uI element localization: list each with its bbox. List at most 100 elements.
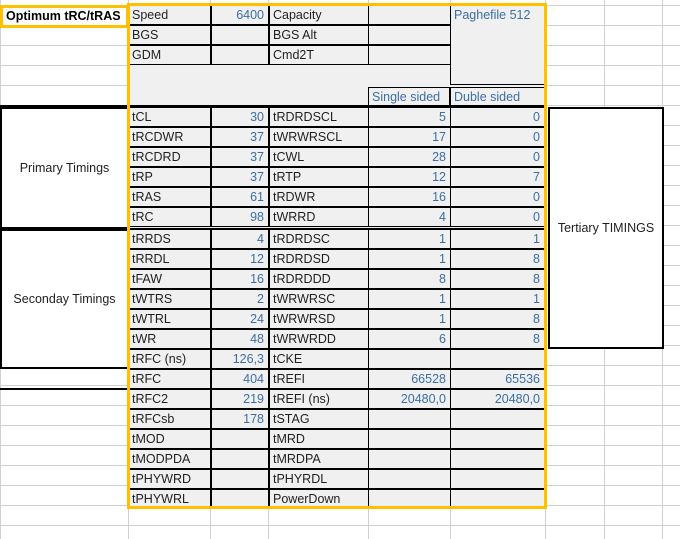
secondary-row-3-value[interactable]: 2 [211, 289, 269, 309]
secondary-row-4-label2[interactable]: tWRWRSD [269, 309, 369, 329]
primary-row-5-double[interactable]: 0 [450, 207, 545, 227]
secondary-row-4-label[interactable]: tWTRL [128, 309, 211, 329]
secondary-row-7-label[interactable]: tRFC [128, 369, 211, 389]
tertiary-row-4-label2[interactable]: tPHYRDL [269, 469, 369, 489]
secondary-row-2-label[interactable]: tFAW [128, 269, 211, 289]
secondary-row-1-label2[interactable]: tRDRDSD [269, 249, 369, 269]
secondary-row-5-value[interactable]: 48 [211, 329, 269, 349]
secondary-row-1-value[interactable]: 12 [211, 249, 269, 269]
tertiary-row-4-label[interactable]: tPHYWRD [128, 469, 211, 489]
secondary-row-5-label2[interactable]: tWRWRDD [269, 329, 369, 349]
tertiary-row-2-label2[interactable]: tMRD [269, 429, 369, 449]
primary-row-2-single[interactable]: 28 [368, 147, 451, 167]
tertiary-row-3-double[interactable] [450, 449, 545, 469]
primary-row-4-double[interactable]: 0 [450, 187, 545, 207]
secondary-row-3-label[interactable]: tWTRS [128, 289, 211, 309]
secondary-row-5-double[interactable]: 8 [450, 329, 545, 349]
primary-row-0-single[interactable]: 5 [368, 107, 451, 127]
top-row-label2-0[interactable]: Capacity [269, 5, 369, 25]
tertiary-row-2-double[interactable] [450, 429, 545, 449]
tertiary-row-5-single[interactable] [368, 489, 451, 509]
primary-row-0-value[interactable]: 30 [211, 107, 269, 127]
secondary-row-0-double[interactable]: 1 [450, 229, 545, 249]
tertiary-row-3-single[interactable] [368, 449, 451, 469]
secondary-row-1-double[interactable]: 8 [450, 249, 545, 269]
secondary-row-7-value[interactable]: 404 [211, 369, 269, 389]
tertiary-row-1-label[interactable]: tRFCsb [128, 409, 211, 429]
secondary-row-2-value[interactable]: 16 [211, 269, 269, 289]
tertiary-row-1-value[interactable]: 178 [211, 409, 269, 429]
tertiary-row-0-value[interactable]: 219 [211, 389, 269, 409]
secondary-row-0-value[interactable]: 4 [211, 229, 269, 249]
tertiary-row-5-label2[interactable]: PowerDown [269, 489, 369, 509]
secondary-row-2-label2[interactable]: tRDRDDD [269, 269, 369, 289]
primary-row-5-value[interactable]: 98 [211, 207, 269, 227]
tertiary-row-0-label[interactable]: tRFC2 [128, 389, 211, 409]
tertiary-row-1-double[interactable] [450, 409, 545, 429]
tertiary-row-3-label2[interactable]: tMRDPA [269, 449, 369, 469]
primary-row-1-value[interactable]: 37 [211, 127, 269, 147]
secondary-row-6-value[interactable]: 126,3 [211, 349, 269, 369]
tertiary-row-5-double[interactable] [450, 489, 545, 509]
secondary-row-5-single[interactable]: 6 [368, 329, 451, 349]
primary-row-4-value[interactable]: 61 [211, 187, 269, 207]
primary-row-1-label2[interactable]: tWRWRSCL [269, 127, 369, 147]
primary-row-4-single[interactable]: 16 [368, 187, 451, 207]
top-row-value2-2[interactable] [368, 45, 451, 65]
primary-row-2-label[interactable]: tRCDRD [128, 147, 211, 167]
secondary-row-6-single[interactable] [368, 349, 451, 369]
primary-row-2-value[interactable]: 37 [211, 147, 269, 167]
primary-row-4-label2[interactable]: tRDWR [269, 187, 369, 207]
secondary-row-3-label2[interactable]: tWRWRSC [269, 289, 369, 309]
top-row-value-0[interactable]: 6400 [211, 5, 269, 25]
tertiary-row-1-single[interactable] [368, 409, 451, 429]
primary-row-2-double[interactable]: 0 [450, 147, 545, 167]
top-row-label-2[interactable]: GDM [128, 45, 211, 65]
secondary-row-7-double[interactable]: 65536 [450, 369, 545, 389]
primary-row-2-label2[interactable]: tCWL [269, 147, 369, 167]
top-row-label2-2[interactable]: Cmd2T [269, 45, 369, 65]
primary-row-3-value[interactable]: 37 [211, 167, 269, 187]
top-row-label2-1[interactable]: BGS Alt [269, 25, 369, 45]
secondary-row-7-single[interactable]: 66528 [368, 369, 451, 389]
primary-row-4-label[interactable]: tRAS [128, 187, 211, 207]
tertiary-row-2-label[interactable]: tMOD [128, 429, 211, 449]
tertiary-row-4-single[interactable] [368, 469, 451, 489]
tertiary-row-2-value[interactable] [211, 429, 269, 449]
primary-row-1-single[interactable]: 17 [368, 127, 451, 147]
primary-row-3-label2[interactable]: tRTP [269, 167, 369, 187]
tertiary-row-5-value[interactable] [211, 489, 269, 509]
secondary-row-0-label[interactable]: tRRDS [128, 229, 211, 249]
tertiary-row-0-single[interactable]: 20480,0 [368, 389, 451, 409]
secondary-row-3-single[interactable]: 1 [368, 289, 451, 309]
primary-row-0-double[interactable]: 0 [450, 107, 545, 127]
secondary-row-1-label[interactable]: tRRDL [128, 249, 211, 269]
secondary-row-6-label2[interactable]: tCKE [269, 349, 369, 369]
primary-row-1-label[interactable]: tRCDWR [128, 127, 211, 147]
top-row-value-2[interactable] [211, 45, 269, 65]
secondary-row-2-double[interactable]: 8 [450, 269, 545, 289]
top-row-label-0[interactable]: Speed [128, 5, 211, 25]
tertiary-row-3-value[interactable] [211, 449, 269, 469]
primary-row-5-label2[interactable]: tWRRD [269, 207, 369, 227]
primary-row-5-label[interactable]: tRC [128, 207, 211, 227]
tertiary-row-0-label2[interactable]: tREFI (ns) [269, 389, 369, 409]
secondary-row-1-single[interactable]: 1 [368, 249, 451, 269]
primary-row-1-double[interactable]: 0 [450, 127, 545, 147]
primary-row-5-single[interactable]: 4 [368, 207, 451, 227]
tertiary-row-0-double[interactable]: 20480,0 [450, 389, 545, 409]
secondary-row-7-label2[interactable]: tREFI [269, 369, 369, 389]
top-row-value2-1[interactable] [368, 25, 451, 45]
secondary-row-4-double[interactable]: 8 [450, 309, 545, 329]
tertiary-row-4-double[interactable] [450, 469, 545, 489]
tertiary-row-2-single[interactable] [368, 429, 451, 449]
secondary-row-2-single[interactable]: 8 [368, 269, 451, 289]
secondary-row-0-label2[interactable]: tRDRDSC [269, 229, 369, 249]
pagefile-note-cell[interactable]: Paghefile 512 [450, 5, 545, 85]
primary-row-3-single[interactable]: 12 [368, 167, 451, 187]
top-row-value-1[interactable] [211, 25, 269, 45]
secondary-row-3-double[interactable]: 1 [450, 289, 545, 309]
primary-row-0-label[interactable]: tCL [128, 107, 211, 127]
primary-row-3-double[interactable]: 7 [450, 167, 545, 187]
tertiary-row-5-label[interactable]: tPHYWRL [128, 489, 211, 509]
